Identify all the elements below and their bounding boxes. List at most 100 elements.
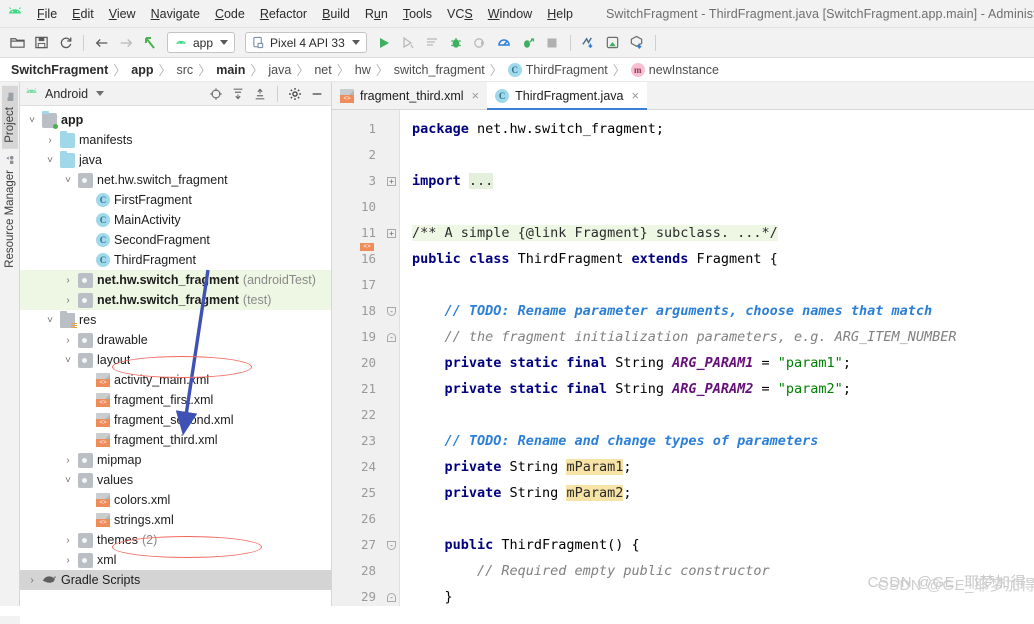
attach-debugger-icon[interactable] [469, 32, 491, 54]
tree-row-gradle-scripts[interactable]: ›Gradle Scripts [20, 570, 331, 590]
disclosure-triangle-icon[interactable]: › [62, 535, 74, 546]
tree-row-colors-xml[interactable]: colors.xml [20, 490, 331, 510]
menu-refactor[interactable]: Refactor [253, 4, 314, 24]
fold-toggle-icon[interactable]: + [384, 220, 399, 246]
debug-icon[interactable] [445, 32, 467, 54]
disclosure-triangle-icon[interactable]: › [62, 555, 74, 566]
tree-row-mainactivity[interactable]: CMainActivity [20, 210, 331, 230]
code-line[interactable]: import ... [412, 168, 1034, 194]
code-line[interactable] [412, 272, 1034, 298]
tree-row-strings-xml[interactable]: strings.xml [20, 510, 331, 530]
stop-icon[interactable] [541, 32, 563, 54]
code-line[interactable] [412, 194, 1034, 220]
code-content[interactable]: package net.hw.switch_fragment; import .… [400, 110, 1034, 606]
tree-row-activity-main-xml[interactable]: activity_main.xml [20, 370, 331, 390]
forward-icon[interactable] [115, 32, 137, 54]
fold-toggle-icon[interactable]: - [384, 298, 399, 324]
collapse-fold-end-icon[interactable]: - [387, 333, 396, 342]
menu-tools[interactable]: Tools [396, 4, 439, 24]
code-line[interactable]: // TODO: Rename and change types of para… [412, 428, 1034, 454]
breadcrumb-item-3[interactable]: main [213, 63, 248, 77]
disclosure-triangle-icon[interactable]: ˅ [44, 315, 56, 326]
menu-navigate[interactable]: Navigate [144, 4, 207, 24]
collapse-fold-icon[interactable]: - [387, 541, 396, 550]
collapse-all-icon[interactable] [250, 84, 270, 104]
undo-icon[interactable] [139, 32, 161, 54]
disclosure-triangle-icon[interactable]: ˅ [62, 175, 74, 186]
disclosure-triangle-icon[interactable]: ˅ [26, 115, 38, 126]
menu-run[interactable]: Run [358, 4, 395, 24]
code-line[interactable]: private static final String ARG_PARAM2 =… [412, 376, 1034, 402]
tree-row-themes[interactable]: ›themes(2) [20, 530, 331, 550]
sidebar-item-resource-manager[interactable]: Resource Manager [2, 149, 18, 274]
code-line[interactable]: public class ThirdFragment extends Fragm… [412, 246, 1034, 272]
disclosure-triangle-icon[interactable]: › [62, 275, 74, 286]
hide-panel-icon[interactable] [307, 84, 327, 104]
disclosure-triangle-icon[interactable]: › [26, 575, 38, 586]
tab-third-fragment-java[interactable]: C ThirdFragment.java × [487, 82, 647, 109]
expand-fold-icon[interactable]: + [387, 177, 396, 186]
tree-row-layout[interactable]: ˅layout [20, 350, 331, 370]
tree-row-fragment-first-xml[interactable]: fragment_first.xml [20, 390, 331, 410]
tree-row-drawable[interactable]: ›drawable [20, 330, 331, 350]
code-line[interactable]: public ThirdFragment() { [412, 532, 1034, 558]
tree-row-net-hw-switch-fragment[interactable]: ˅net.hw.switch_fragment [20, 170, 331, 190]
sync-project-icon[interactable] [54, 32, 76, 54]
breadcrumb-item-1[interactable]: app [128, 63, 156, 77]
menu-view[interactable]: View [102, 4, 143, 24]
code-line[interactable]: private String mParam1; [412, 454, 1034, 480]
avd-manager-icon[interactable] [602, 32, 624, 54]
breadcrumb-item-8[interactable]: C ThirdFragment [505, 63, 611, 77]
sdk-manager-icon[interactable] [578, 32, 600, 54]
tree-row-fragment-third-xml[interactable]: fragment_third.xml [20, 430, 331, 450]
tab-fragment-third-xml[interactable]: fragment_third.xml × [332, 82, 487, 109]
breadcrumb-item-4[interactable]: java [265, 63, 294, 77]
tree-row-mipmap[interactable]: ›mipmap [20, 450, 331, 470]
fold-toggle-icon[interactable]: + [384, 168, 399, 194]
expand-all-icon[interactable] [228, 84, 248, 104]
expand-fold-icon[interactable]: + [387, 229, 396, 238]
menu-file[interactable]: File [30, 4, 64, 24]
code-line[interactable]: package net.hw.switch_fragment; [412, 116, 1034, 142]
disclosure-triangle-icon[interactable]: › [62, 295, 74, 306]
select-opened-file-icon[interactable] [206, 84, 226, 104]
tree-row-values[interactable]: ˅values [20, 470, 331, 490]
chevron-down-icon-project[interactable] [96, 91, 104, 96]
module-selector[interactable]: app [167, 32, 235, 53]
tree-row-res[interactable]: ˅res [20, 310, 331, 330]
tree-row-net-hw-switch-fragment[interactable]: ›net.hw.switch_fragment(androidTest) [20, 270, 331, 290]
back-icon[interactable] [91, 32, 113, 54]
breadcrumb-item-6[interactable]: hw [352, 63, 374, 77]
close-icon[interactable]: × [472, 88, 480, 103]
tree-row-secondfragment[interactable]: CSecondFragment [20, 230, 331, 250]
close-icon[interactable]: × [631, 88, 639, 103]
disclosure-triangle-icon[interactable]: ˅ [62, 355, 74, 366]
code-folding-column[interactable]: ++---- [384, 110, 400, 606]
tree-row-net-hw-switch-fragment[interactable]: ›net.hw.switch_fragment(test) [20, 290, 331, 310]
menu-window[interactable]: Window [481, 4, 539, 24]
tree-row-app[interactable]: ˅app [20, 110, 331, 130]
breadcrumb-item-7[interactable]: switch_fragment [391, 63, 488, 77]
disclosure-triangle-icon[interactable]: › [62, 335, 74, 346]
fold-toggle-icon[interactable]: - [384, 324, 399, 350]
breadcrumb-item-0[interactable]: SwitchFragment [8, 63, 111, 77]
settings-gear-icon[interactable] [285, 84, 305, 104]
apply-code-changes-icon[interactable] [421, 32, 443, 54]
code-line[interactable]: private String mParam2; [412, 480, 1034, 506]
sidebar-item-project[interactable]: Project [2, 86, 18, 149]
tree-row-manifests[interactable]: ›manifests [20, 130, 331, 150]
tree-row-firstfragment[interactable]: CFirstFragment [20, 190, 331, 210]
save-all-icon[interactable] [30, 32, 52, 54]
code-editor[interactable]: 1231011161718192021222324252627282930 ++… [332, 110, 1034, 606]
menu-edit[interactable]: Edit [65, 4, 101, 24]
disclosure-triangle-icon[interactable]: › [44, 135, 56, 146]
disclosure-triangle-icon[interactable]: ˅ [44, 155, 56, 166]
breadcrumb-item-2[interactable]: src [174, 63, 197, 77]
tree-row-xml[interactable]: ›xml [20, 550, 331, 570]
menu-build[interactable]: Build [315, 4, 357, 24]
tree-row-fragment-second-xml[interactable]: fragment_second.xml [20, 410, 331, 430]
menu-bar[interactable]: File Edit View Navigate Code Refactor Bu… [30, 4, 580, 24]
menu-help[interactable]: Help [540, 4, 580, 24]
project-view-selector-label[interactable]: Android [45, 87, 88, 101]
breadcrumb-item-5[interactable]: net [311, 63, 334, 77]
